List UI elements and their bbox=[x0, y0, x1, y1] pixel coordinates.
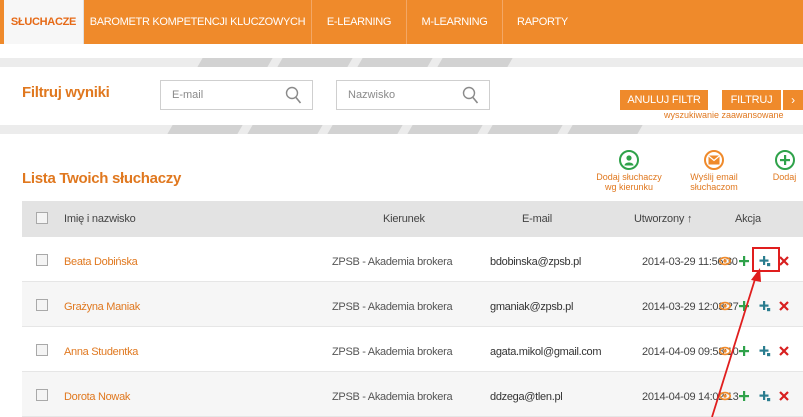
add-to-course-icon[interactable] bbox=[759, 390, 771, 402]
add-to-course-icon[interactable] bbox=[759, 300, 771, 312]
add-student-button[interactable]: Dodaj bbox=[766, 150, 803, 182]
add-icon[interactable] bbox=[738, 390, 750, 402]
plus-circle-icon bbox=[774, 150, 795, 170]
table-row: Beata Dobińska ZPSB - Akademia brokera b… bbox=[22, 237, 803, 282]
decorative-stripe bbox=[0, 125, 803, 134]
add-students-by-course-button[interactable]: Dodaj słuchaczy wg kierunku bbox=[593, 150, 665, 192]
search-icon[interactable] bbox=[285, 86, 302, 105]
advanced-search-link[interactable]: wyszukiwanie zaawansowane bbox=[664, 110, 784, 120]
student-course: ZPSB - Akademia brokera bbox=[332, 256, 453, 268]
add-students-label-line1: Dodaj słuchaczy bbox=[596, 172, 662, 182]
student-name-link[interactable]: Anna Studentka bbox=[64, 346, 138, 358]
add-icon[interactable] bbox=[738, 255, 750, 267]
send-email-button[interactable]: Wyślij email słuchaczom bbox=[682, 150, 746, 192]
list-title: Lista Twoich słuchaczy bbox=[22, 170, 182, 187]
surname-placeholder: Nazwisko bbox=[348, 89, 396, 101]
column-header-action: Akcja bbox=[735, 213, 761, 225]
top-navigation: SŁUCHACZE BAROMETR KOMPETENCJI KLUCZOWYC… bbox=[0, 0, 803, 44]
delete-icon[interactable] bbox=[778, 300, 790, 312]
add-students-label-line2: wg kierunku bbox=[604, 182, 654, 192]
nav-tab-e-learning[interactable]: E-LEARNING bbox=[311, 0, 406, 44]
column-header-name[interactable]: Imię i nazwisko bbox=[64, 213, 136, 225]
table-header: Imię i nazwisko Kierunek E-mail Utworzon… bbox=[22, 201, 803, 237]
delete-icon[interactable] bbox=[778, 345, 790, 357]
decorative-stripe bbox=[0, 58, 803, 67]
nav-tab-raporty[interactable]: RAPORTY bbox=[502, 0, 582, 44]
add-to-course-icon[interactable] bbox=[759, 345, 771, 357]
filter-dropdown-button[interactable]: › bbox=[783, 90, 803, 110]
nav-tab-m-learning[interactable]: M-LEARNING bbox=[406, 0, 502, 44]
nav-tab-sluchacze[interactable]: SŁUCHACZE bbox=[0, 0, 84, 44]
table-row: Dorota Nowak ZPSB - Akademia brokera ddz… bbox=[22, 372, 803, 417]
search-icon[interactable] bbox=[462, 86, 479, 105]
student-course: ZPSB - Akademia brokera bbox=[332, 301, 453, 313]
select-all-checkbox[interactable] bbox=[36, 212, 48, 224]
filter-button[interactable]: FILTRUJ bbox=[722, 90, 781, 110]
add-icon[interactable] bbox=[738, 345, 750, 357]
nav-tab-barometr[interactable]: BAROMETR KOMPETENCJI KLUCZOWYCH bbox=[84, 0, 311, 44]
table-row: Grażyna Maniak ZPSB - Akademia brokera g… bbox=[22, 282, 803, 327]
send-email-label-line1: Wyślij email bbox=[690, 172, 738, 182]
table-row: Anna Studentka ZPSB - Akademia brokera a… bbox=[22, 327, 803, 372]
column-header-created[interactable]: Utworzony ↑ bbox=[634, 213, 693, 225]
view-icon[interactable] bbox=[719, 300, 731, 312]
filter-title: Filtruj wyniki bbox=[22, 84, 110, 101]
student-email: agata.mikol@gmail.com bbox=[490, 346, 602, 358]
row-checkbox[interactable] bbox=[36, 254, 48, 266]
email-placeholder: E-mail bbox=[172, 89, 204, 101]
view-icon[interactable] bbox=[719, 345, 731, 357]
student-name-link[interactable]: Grażyna Maniak bbox=[64, 301, 140, 313]
delete-icon[interactable] bbox=[778, 390, 790, 402]
add-student-label: Dodaj bbox=[772, 172, 797, 182]
student-name-link[interactable]: Beata Dobińska bbox=[64, 256, 138, 268]
row-checkbox[interactable] bbox=[36, 389, 48, 401]
student-email: bdobinska@zpsb.pl bbox=[490, 256, 582, 268]
email-filter-input[interactable]: E-mail bbox=[160, 80, 313, 110]
add-icon[interactable] bbox=[738, 300, 750, 312]
surname-filter-input[interactable]: Nazwisko bbox=[336, 80, 490, 110]
student-name-link[interactable]: Dorota Nowak bbox=[64, 391, 130, 403]
column-header-email[interactable]: E-mail bbox=[522, 213, 552, 225]
mail-icon bbox=[704, 150, 724, 170]
highlight-box bbox=[752, 247, 780, 272]
view-icon[interactable] bbox=[719, 390, 731, 402]
student-email: gmaniak@zpsb.pl bbox=[490, 301, 574, 313]
add-user-icon bbox=[619, 150, 639, 170]
cancel-filter-button[interactable]: ANULUJ FILTR bbox=[620, 90, 708, 110]
student-email: ddzega@tlen.pl bbox=[490, 391, 563, 403]
student-course: ZPSB - Akademia brokera bbox=[332, 346, 453, 358]
send-email-label-line2: słuchaczom bbox=[690, 182, 738, 192]
row-checkbox[interactable] bbox=[36, 299, 48, 311]
student-course: ZPSB - Akademia brokera bbox=[332, 391, 453, 403]
view-icon[interactable] bbox=[719, 255, 731, 267]
row-checkbox[interactable] bbox=[36, 344, 48, 356]
column-header-kierunek[interactable]: Kierunek bbox=[383, 213, 425, 225]
